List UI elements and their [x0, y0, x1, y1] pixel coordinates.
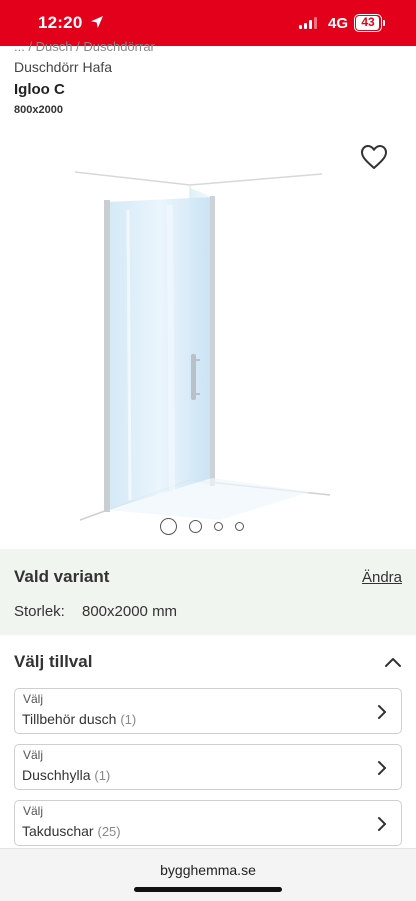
battery-level: 43 [361, 15, 375, 29]
selected-variant-panel: Vald variant Ändra Storlek: 800x2000 mm [0, 549, 416, 635]
chevron-right-icon [378, 817, 386, 831]
addon-count: (1) [94, 768, 111, 783]
product-image[interactable] [60, 160, 360, 530]
signal-icon [299, 17, 317, 29]
addon-value: Tillbehör dusch (1) [22, 711, 137, 727]
chevron-right-icon [378, 705, 386, 719]
network-type: 4G [328, 15, 349, 32]
gallery-dot[interactable] [235, 522, 244, 531]
addon-select-shower-shelf[interactable]: Välj Duschhylla (1) [14, 744, 402, 790]
addon-value: Duschhylla (1) [22, 767, 111, 783]
site-domain[interactable]: bygghemma.se [0, 862, 416, 878]
battery-icon: 43 [354, 14, 382, 32]
addon-label: Välj [23, 804, 44, 818]
addon-label: Välj [23, 748, 44, 762]
gallery-dot[interactable] [214, 522, 223, 531]
gallery-dots [160, 518, 244, 535]
change-variant-link[interactable]: Ändra [362, 569, 402, 586]
chevron-right-icon [378, 761, 386, 775]
browser-address-bar[interactable]: bygghemma.se [0, 848, 416, 901]
addon-value: Takduschar (25) [22, 823, 121, 839]
product-brand: Duschdörr Hafa [14, 59, 113, 75]
product-size: 800x2000 [14, 104, 63, 116]
size-label: Storlek: [14, 603, 65, 620]
chevron-up-icon[interactable] [384, 655, 402, 669]
status-time: 12:20 [38, 13, 83, 32]
home-indicator[interactable] [134, 887, 282, 892]
addon-select-ceiling-showers[interactable]: Välj Takduschar (25) [14, 800, 402, 846]
variant-title: Vald variant [14, 567, 110, 586]
heart-icon[interactable] [360, 144, 388, 170]
breadcrumb[interactable]: ... / Dusch / Duschdörrar [14, 39, 155, 54]
addon-count: (1) [120, 712, 137, 727]
addon-count: (25) [97, 824, 121, 839]
gallery-dot-active[interactable] [160, 518, 177, 535]
addon-select-accessories[interactable]: Välj Tillbehör dusch (1) [14, 688, 402, 734]
gallery-dot[interactable] [189, 520, 202, 533]
addons-title[interactable]: Välj tillval [14, 652, 92, 672]
size-value: 800x2000 mm [82, 603, 178, 620]
product-title: Igloo C [14, 81, 65, 98]
addon-label: Välj [23, 692, 44, 706]
location-arrow-icon [91, 16, 103, 28]
